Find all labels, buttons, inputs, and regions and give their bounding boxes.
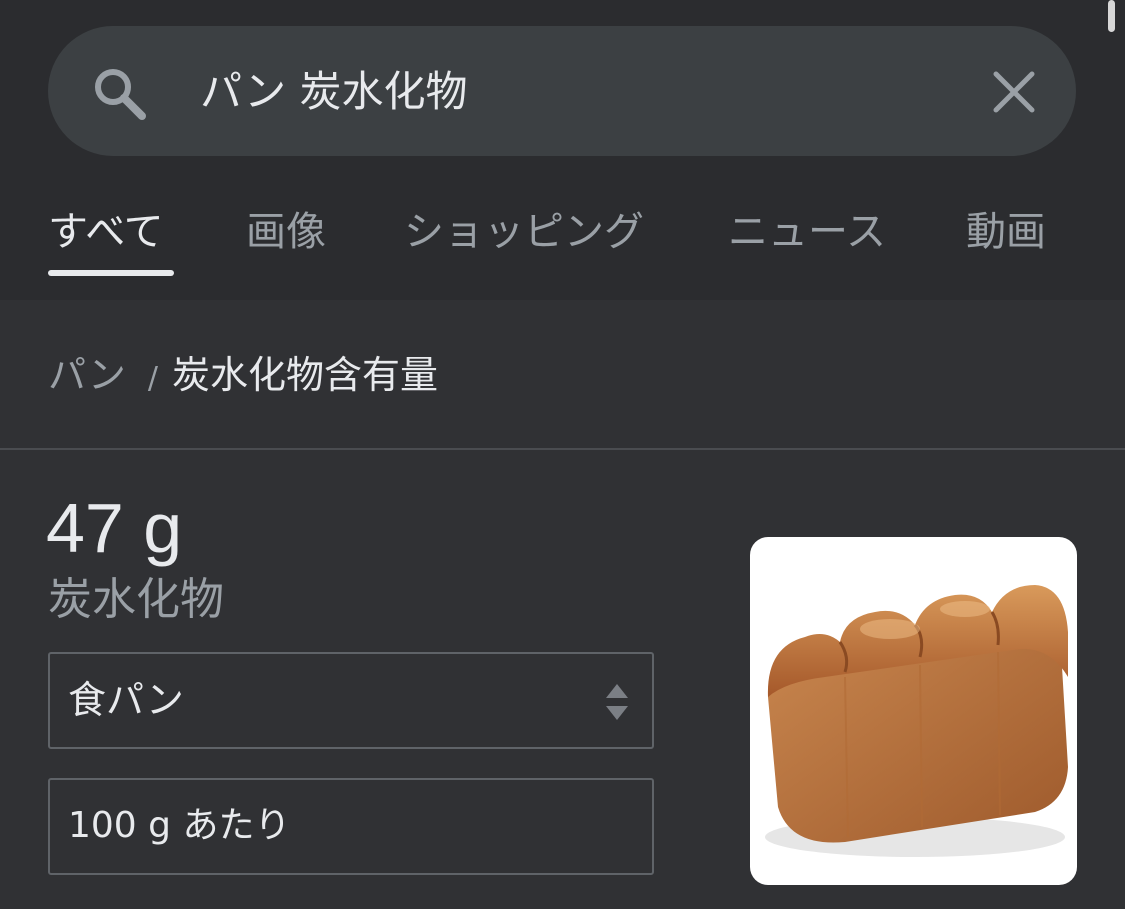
nutrient-label: 炭水化物 xyxy=(48,574,224,625)
serving-size-select[interactable]: 100 g あたり xyxy=(48,778,654,875)
select-arrows-icon xyxy=(606,684,628,720)
tab-shopping[interactable]: ショッピング xyxy=(404,207,644,257)
nutrition-value: 47 g xyxy=(46,489,183,567)
breadcrumb: パン / 炭水化物含有量 xyxy=(48,345,438,405)
food-select-value: 食パン xyxy=(68,678,184,722)
breadcrumb-separator: / xyxy=(147,361,159,396)
tab-all[interactable]: すべて xyxy=(48,207,164,257)
search-input[interactable] xyxy=(200,62,940,122)
scrollbar-thumb[interactable] xyxy=(1108,0,1115,32)
active-tab-indicator xyxy=(48,270,174,276)
bread-image[interactable] xyxy=(750,537,1077,885)
bread-loaf-illustration xyxy=(765,585,1068,857)
divider xyxy=(0,448,1125,450)
breadcrumb-current: 炭水化物含有量 xyxy=(172,353,439,397)
tab-news[interactable]: ニュース xyxy=(728,207,886,257)
tab-images[interactable]: 画像 xyxy=(246,207,326,257)
food-select[interactable]: 食パン xyxy=(48,652,654,749)
close-icon[interactable] xyxy=(988,66,1040,118)
search-tabs: すべて 画像 ショッピング ニュース 動画 xyxy=(0,190,1125,300)
breadcrumb-parent[interactable]: パン xyxy=(48,353,126,397)
serving-size-value: 100 g あたり xyxy=(68,805,291,846)
tab-videos[interactable]: 動画 xyxy=(966,207,1046,257)
search-icon[interactable] xyxy=(88,63,148,123)
